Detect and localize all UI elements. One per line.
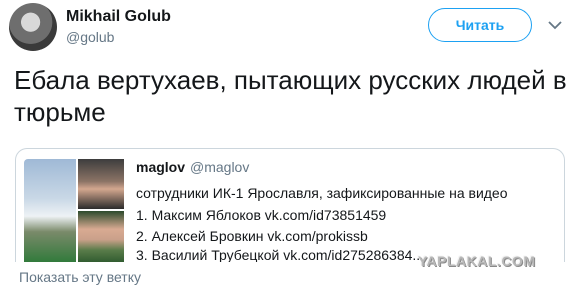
quoted-author-name: maglov	[136, 159, 186, 175]
quoted-text-line: сотрудники ИК-1 Ярославля, зафиксированн…	[136, 185, 508, 201]
media-image[interactable]	[24, 159, 76, 262]
author-handle[interactable]: @golub	[66, 29, 114, 45]
quoted-text-line: 1. Максим Яблоков vk.com/id73851459	[136, 207, 387, 223]
quoted-tweet-card[interactable]: maglov @maglov сотрудники ИК-1 Ярославля…	[15, 148, 565, 262]
quoted-text-line: 3. Василий Трубецкой vk.com/id275286384.…	[136, 247, 425, 262]
media-image[interactable]	[78, 159, 124, 209]
show-thread-link[interactable]: Показать эту ветку	[19, 269, 141, 285]
tweet-text: Ебала вертухаев, пытающих русских людей …	[14, 65, 567, 127]
follow-button[interactable]: Читать	[428, 8, 532, 42]
site-watermark: YAPLAKAL.COM	[418, 253, 536, 269]
author-name[interactable]: Mikhail Golub	[66, 8, 171, 26]
quoted-author-handle: @maglov	[190, 159, 250, 175]
media-grid[interactable]	[24, 159, 124, 262]
media-image[interactable]	[78, 211, 124, 262]
avatar[interactable]	[9, 3, 57, 51]
quoted-text-line: 2. Алексей Бровкин vk.com/prokissb	[136, 228, 368, 244]
chevron-down-icon[interactable]	[547, 17, 563, 33]
